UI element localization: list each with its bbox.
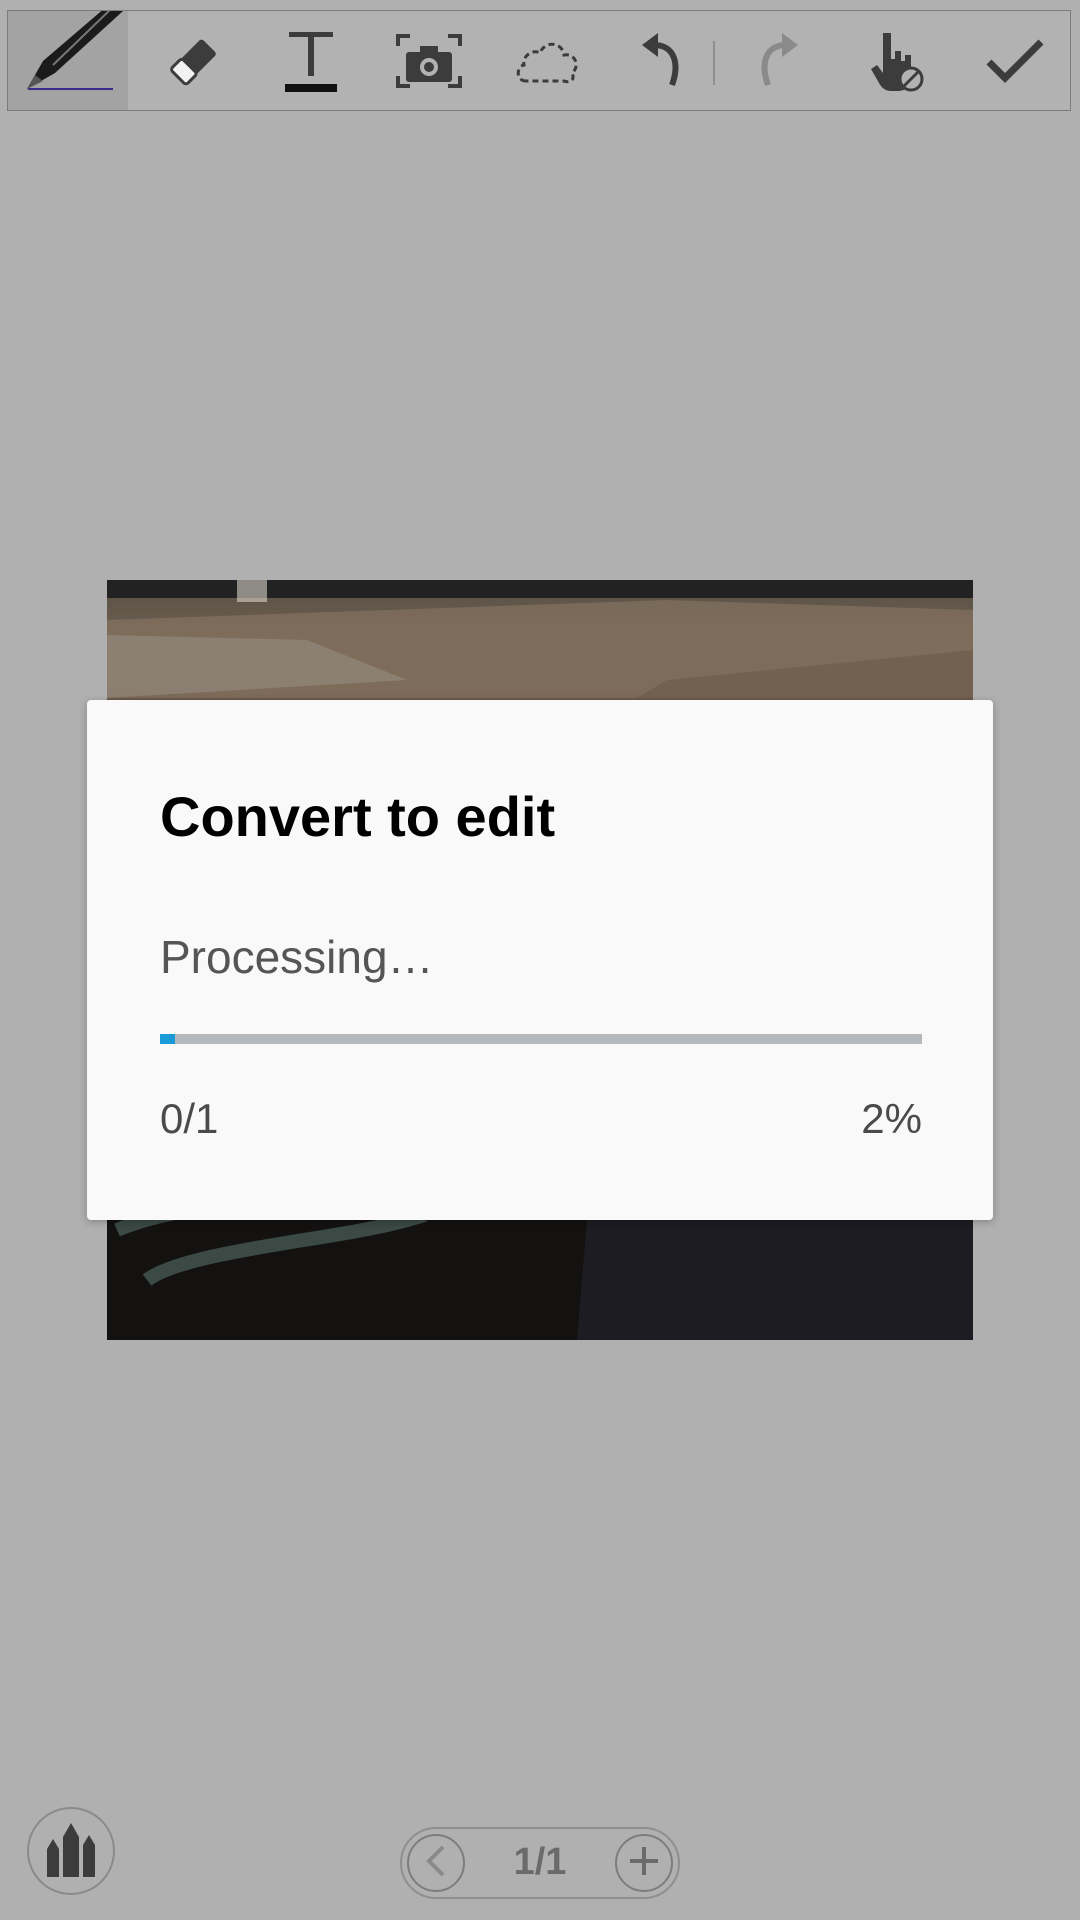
eraser-icon bbox=[165, 33, 221, 89]
undo-button[interactable] bbox=[606, 11, 716, 110]
capture-tool-button[interactable] bbox=[374, 11, 484, 110]
plus-icon bbox=[627, 1844, 661, 1883]
text-tool-button[interactable] bbox=[256, 11, 366, 110]
eraser-tool-button[interactable] bbox=[138, 11, 248, 110]
dialog-title: Convert to edit bbox=[160, 785, 556, 848]
touch-disabled-icon bbox=[869, 29, 925, 93]
redo-button[interactable] bbox=[724, 11, 834, 110]
lasso-select-icon bbox=[514, 37, 580, 85]
touch-mode-button[interactable] bbox=[842, 11, 952, 110]
text-icon bbox=[281, 28, 341, 94]
add-page-button[interactable] bbox=[615, 1834, 673, 1892]
undo-icon bbox=[638, 32, 684, 89]
toolbar bbox=[7, 10, 1071, 111]
checkmark-icon bbox=[985, 38, 1045, 84]
processing-message: Processing… bbox=[160, 931, 434, 983]
camera-capture-icon bbox=[396, 32, 462, 90]
pencils-icon bbox=[41, 1819, 101, 1884]
done-button[interactable] bbox=[960, 11, 1070, 110]
toolbar-separator bbox=[713, 41, 715, 85]
progress-bar bbox=[160, 1034, 922, 1044]
lasso-tool-button[interactable] bbox=[492, 11, 602, 110]
pen-icon bbox=[13, 10, 123, 111]
pen-settings-button[interactable] bbox=[27, 1807, 115, 1895]
progress-percent: 2% bbox=[861, 1095, 922, 1142]
progress-bar-fill bbox=[160, 1034, 176, 1044]
page-navigator: 1/1 bbox=[400, 1827, 680, 1899]
redo-icon bbox=[756, 32, 802, 89]
progress-count: 0/1 bbox=[160, 1095, 219, 1142]
convert-dialog: Convert to edit Processing… 0/1 2% bbox=[87, 700, 993, 1220]
pen-tool-button[interactable] bbox=[8, 10, 128, 111]
